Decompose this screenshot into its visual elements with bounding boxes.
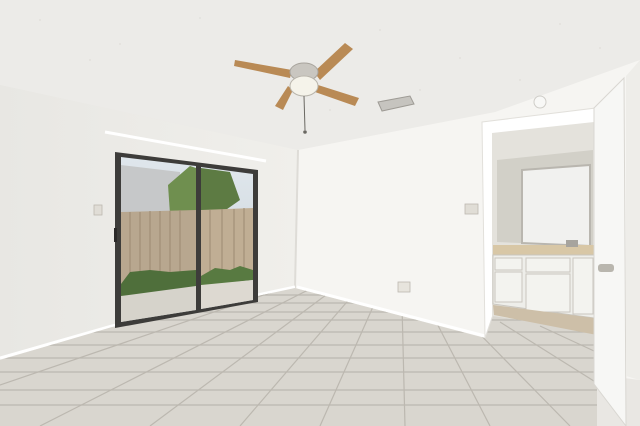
vanity-drawer[interactable]: [494, 257, 523, 271]
room-scene: [0, 0, 640, 426]
sliding-glass-door[interactable]: [114, 152, 258, 328]
wooden-fence-right: [201, 208, 253, 276]
bathroom-doorway[interactable]: [481, 107, 597, 339]
light-switch[interactable]: [93, 204, 103, 216]
bathroom-mirror[interactable]: [521, 163, 591, 248]
door-knob[interactable]: [598, 264, 614, 272]
wall-outlet[interactable]: [397, 281, 411, 293]
right-wall: [626, 60, 640, 380]
countertop: [493, 245, 594, 255]
vanity-cabinet-right[interactable]: [572, 257, 594, 315]
sink-faucet[interactable]: [566, 240, 578, 247]
smoke-detector: [533, 95, 547, 109]
vanity-cabinet-door[interactable]: [494, 271, 523, 303]
vanity-drawer-center[interactable]: [525, 257, 571, 273]
vanity-cabinet-center[interactable]: [525, 273, 571, 313]
fan-light: [289, 75, 319, 97]
light-switch-back[interactable]: [464, 203, 479, 215]
door-handle[interactable]: [114, 228, 117, 242]
door-slab: [593, 76, 627, 426]
